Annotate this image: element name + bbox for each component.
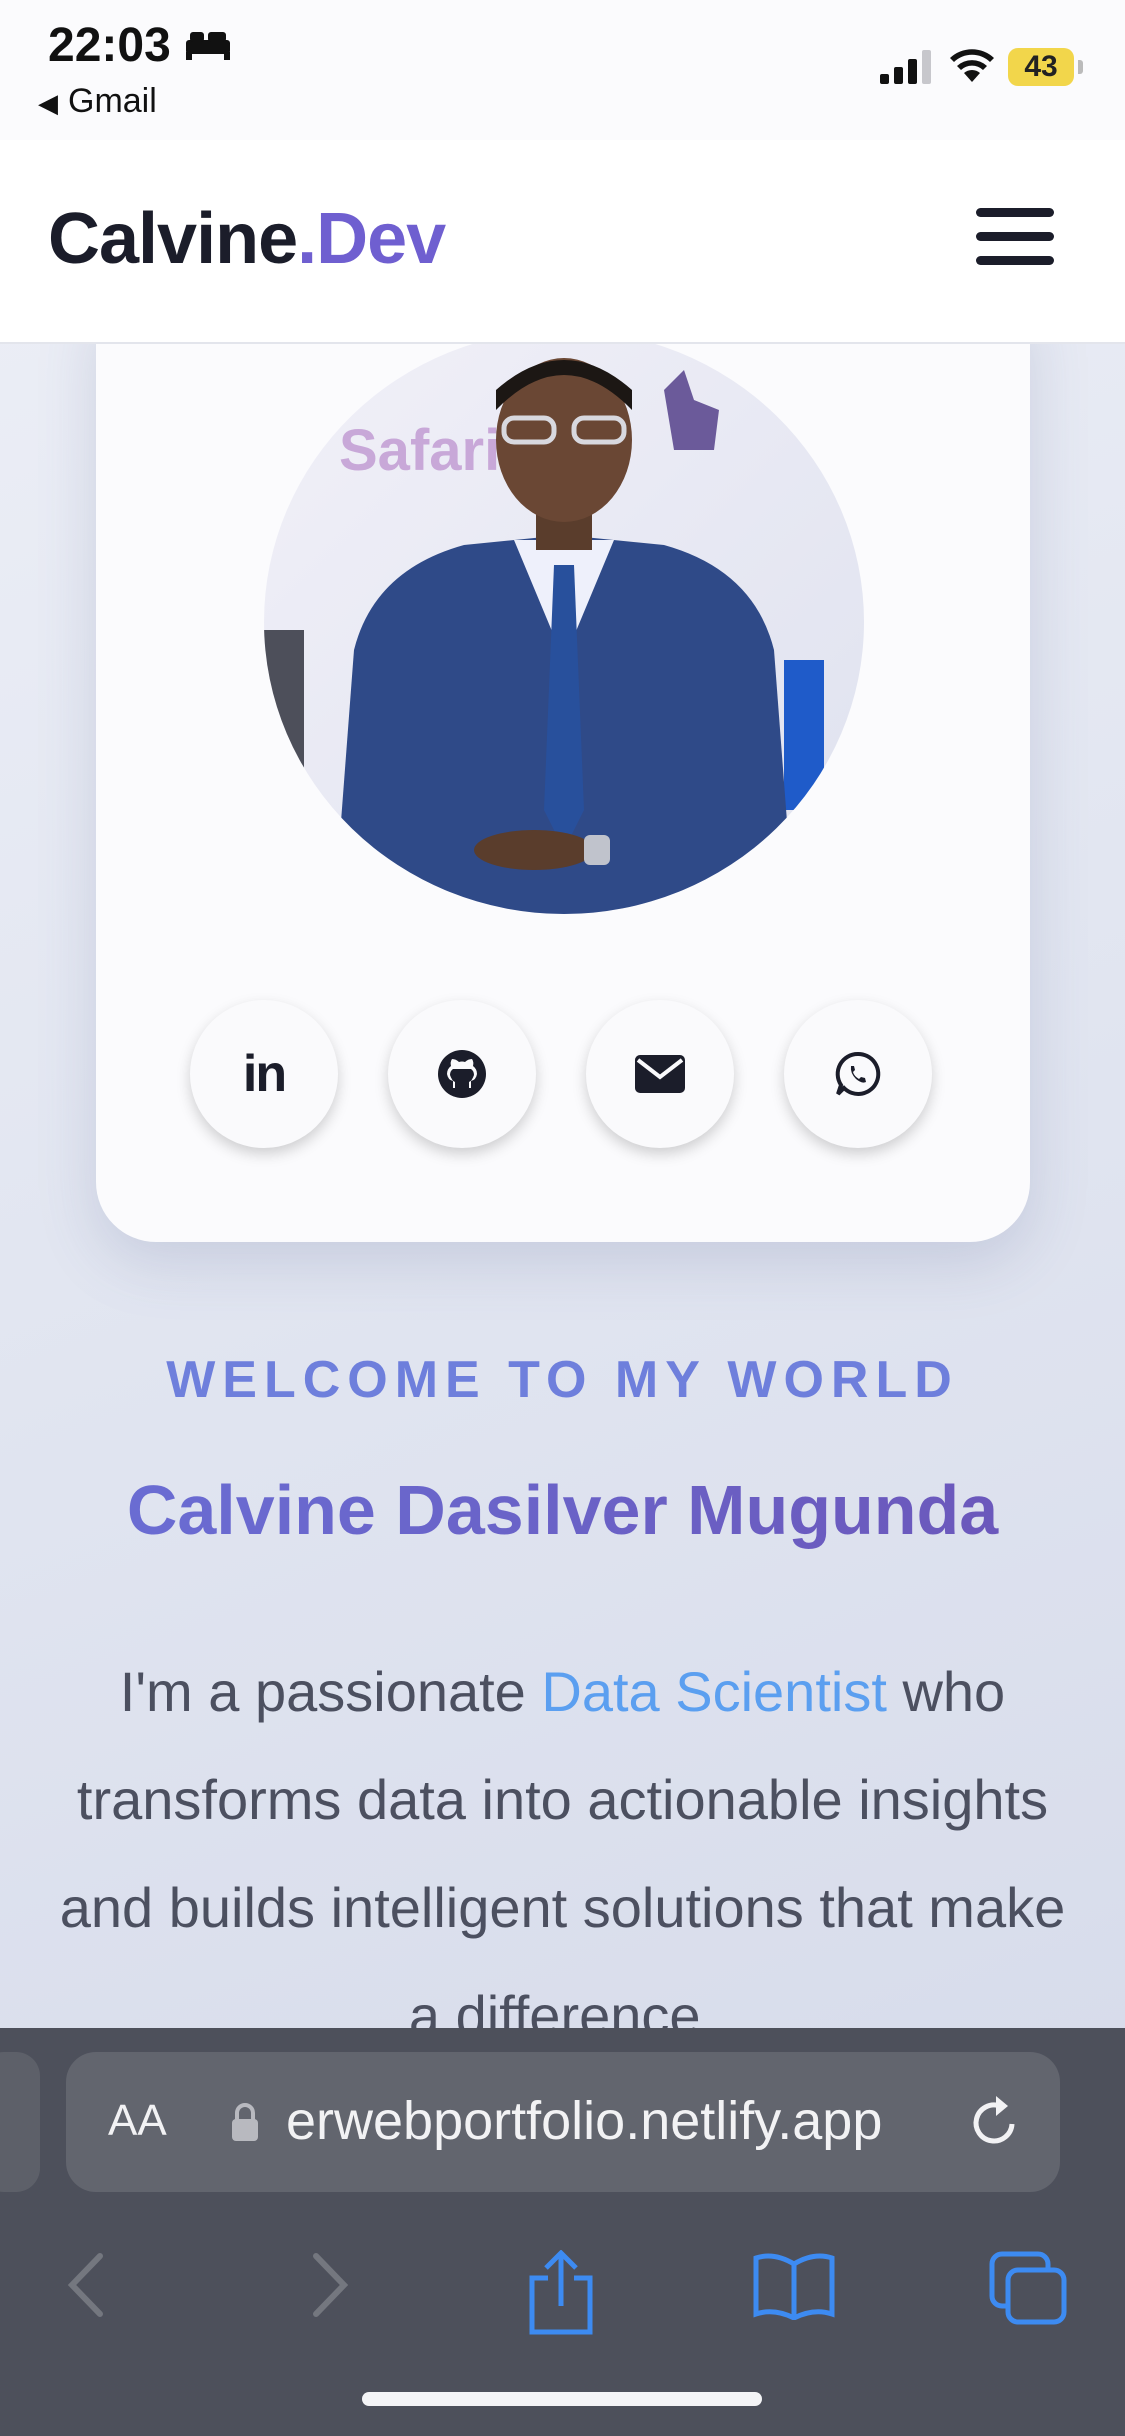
signal-icon	[880, 50, 931, 84]
whatsapp-icon	[835, 1051, 881, 1096]
github-button[interactable]	[388, 1000, 536, 1148]
address-bar[interactable]: AA erwebportfolio.netlify.app	[66, 2052, 1060, 2192]
site-logo[interactable]: Calvine.Dev	[48, 198, 446, 280]
github-icon	[438, 1050, 486, 1098]
battery-level: 43	[1024, 50, 1058, 83]
tabs-icon[interactable]	[988, 2250, 1068, 2326]
previous-tab-peek[interactable]	[0, 2052, 40, 2192]
back-triangle-icon: ◀	[38, 88, 58, 118]
hamburger-line	[976, 208, 1054, 217]
bed-icon	[186, 32, 230, 60]
intro-text-before: I'm a passionate	[119, 1660, 542, 1723]
status-bar: 22:03 ◀ Gmail 43	[0, 0, 1125, 140]
hamburger-line	[976, 256, 1054, 265]
profile-card: Safari in	[96, 300, 1030, 1242]
site-header: Calvine.Dev	[0, 140, 1125, 344]
lock-icon	[232, 2103, 258, 2141]
avatar-banner-text: Safari	[339, 418, 500, 483]
welcome-heading: WELCOME TO MY WORLD	[166, 1351, 959, 1409]
bookmarks-icon[interactable]	[752, 2250, 836, 2320]
logo-accent: .Dev	[297, 199, 446, 279]
wifi-icon	[950, 49, 994, 82]
browser-toolbar: AA erwebportfolio.netlify.app	[0, 2028, 1125, 2436]
hamburger-line	[976, 232, 1054, 241]
email-icon	[635, 1055, 685, 1093]
linkedin-icon: in	[242, 1045, 287, 1103]
social-links: in	[190, 1000, 940, 1150]
full-name: Calvine Dasilver Mugunda	[0, 1470, 1125, 1550]
share-icon[interactable]	[526, 2250, 596, 2336]
back-to-app-link[interactable]: ◀ Gmail	[38, 82, 157, 121]
linkedin-button[interactable]: in	[190, 1000, 338, 1148]
reload-icon[interactable]	[966, 2090, 1026, 2154]
logo-main: Calvine	[48, 199, 298, 279]
intro-paragraph: I'm a passionate Data Scientist who tran…	[40, 1638, 1085, 2070]
reader-options-button[interactable]: AA	[108, 2096, 167, 2146]
back-icon[interactable]	[62, 2250, 112, 2320]
intro-role: Data Scientist	[541, 1660, 887, 1723]
email-button[interactable]	[586, 1000, 734, 1148]
forward-icon[interactable]	[304, 2250, 354, 2320]
status-time: 22:03	[48, 19, 171, 72]
profile-avatar: Safari	[264, 330, 864, 914]
battery-icon: 43	[1008, 48, 1074, 86]
aa-label: AA	[108, 2096, 167, 2145]
back-app-label: Gmail	[68, 82, 157, 120]
url-text[interactable]: erwebportfolio.netlify.app	[286, 2090, 986, 2152]
home-indicator[interactable]	[362, 2392, 762, 2406]
browser-nav-row	[0, 2228, 1125, 2368]
hamburger-icon[interactable]	[976, 208, 1054, 266]
battery-nub	[1078, 60, 1083, 74]
whatsapp-button[interactable]	[784, 1000, 932, 1148]
